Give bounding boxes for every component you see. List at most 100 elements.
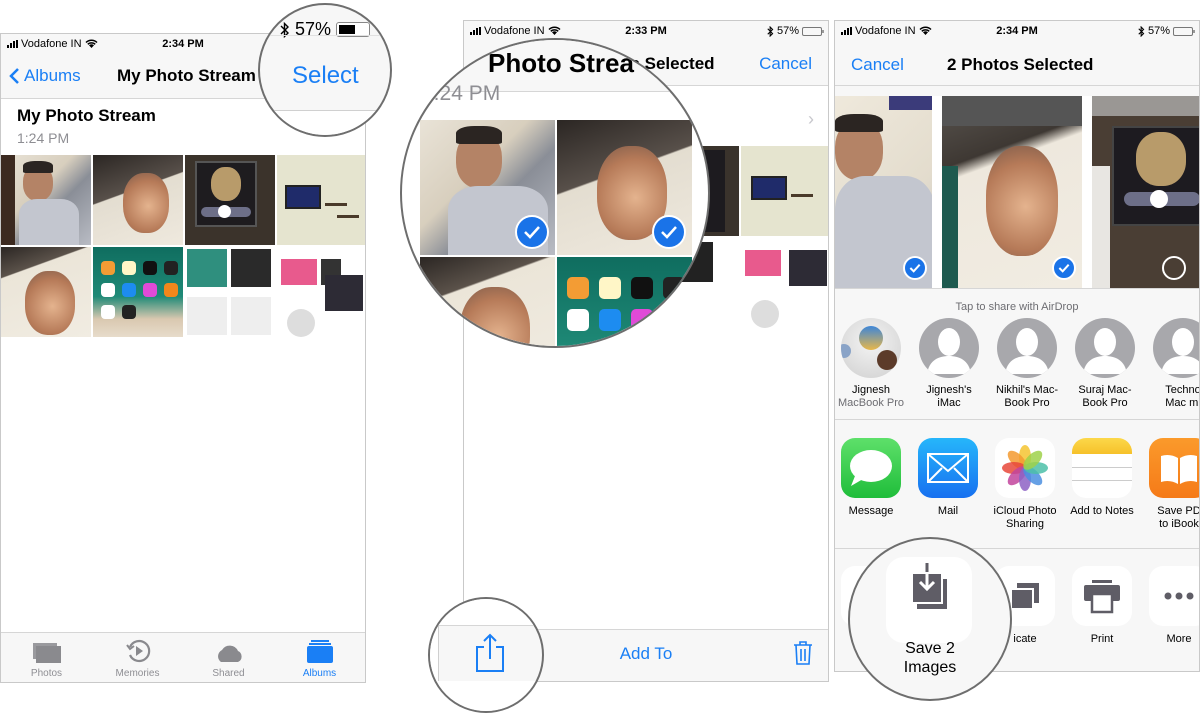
photo-thumb[interactable] <box>1092 96 1199 288</box>
albums-icon <box>306 640 333 663</box>
magnifier-selection: Photo Strea 1:24 PM <box>400 38 710 348</box>
checkmark-icon <box>1052 256 1077 280</box>
photo-thumb[interactable] <box>741 238 828 328</box>
photo-thumb[interactable] <box>1 247 91 337</box>
select-button[interactable]: Select <box>292 62 359 90</box>
magnified-time: 1:24 PM <box>422 82 501 105</box>
save-images-label: Save 2 Images <box>903 640 957 676</box>
photo-thumb[interactable] <box>277 155 365 245</box>
checkmark-icon <box>652 215 686 249</box>
airdrop-contact[interactable]: Techno Mac mi <box>1153 318 1199 410</box>
selected-photo[interactable] <box>835 96 933 288</box>
tab-photos[interactable]: Photos <box>1 633 92 682</box>
photo-thumb[interactable] <box>93 155 183 245</box>
tab-memories[interactable]: Memories <box>92 633 183 682</box>
avatar <box>1075 318 1135 378</box>
status-time: 2:34 PM <box>162 38 204 50</box>
checkmark-icon <box>903 256 927 280</box>
photos-flower-icon <box>995 438 1055 498</box>
status-time: 2:34 PM <box>996 25 1038 37</box>
battery-icon <box>802 26 824 36</box>
more-icon <box>1149 566 1199 626</box>
magnifier-share <box>428 597 544 713</box>
save-images-icon[interactable] <box>910 563 950 613</box>
action-more[interactable]: More <box>1149 566 1199 657</box>
album-time: 1:24 PM <box>17 130 70 146</box>
photo-thumb[interactable] <box>420 257 555 346</box>
checkmark-icon <box>515 215 549 249</box>
album-header: My Photo Stream 1:24 PM <box>17 106 156 146</box>
airdrop-contact[interactable]: Nikhil's Mac- Book Pro <box>996 318 1058 410</box>
nav-title: My Photo Stream <box>117 66 256 85</box>
cancel-button[interactable]: Cancel <box>759 54 812 74</box>
avatar <box>997 318 1057 378</box>
cloud-icon <box>217 645 242 662</box>
nav-bar: Cancel 2 Photos Selected <box>835 41 1199 86</box>
share-app-icloud-photo-sharing[interactable]: iCloud Photo Sharing <box>994 438 1057 531</box>
avatar <box>919 318 979 378</box>
ibooks-icon <box>1149 438 1199 498</box>
chevron-right-icon: › <box>808 109 814 129</box>
airdrop-label: Tap to share with AirDrop <box>955 301 1079 313</box>
carrier: Vodafone IN <box>7 38 98 50</box>
photo-thumb[interactable] <box>277 247 365 337</box>
airdrop-contact[interactable]: Jignesh MacBook Pro <box>838 318 904 410</box>
share-apps-row: Message Mail iCloud Photo Sharing Add to… <box>841 438 1199 531</box>
share-app-message[interactable]: Message <box>841 438 901 531</box>
memories-icon <box>125 639 150 663</box>
photo-grid <box>1 155 365 337</box>
signal-icon <box>470 27 481 35</box>
photo-thumb[interactable] <box>1 155 91 245</box>
add-to-button[interactable]: Add To <box>620 644 673 664</box>
photo-thumb[interactable] <box>185 155 275 245</box>
magnifier-save-images: Save 2 Images <box>848 537 1012 701</box>
divider <box>835 419 1199 420</box>
battery-icon <box>1173 26 1195 36</box>
photo-thumb[interactable] <box>185 247 275 337</box>
magnifier-select: 57% Select <box>258 3 392 137</box>
photo-thumb[interactable] <box>93 247 183 337</box>
tab-albums[interactable]: Albums <box>274 633 365 682</box>
wifi-icon <box>85 39 98 48</box>
photo-thumb[interactable] <box>557 257 692 346</box>
chevron-left-icon <box>9 68 19 84</box>
wifi-icon <box>548 26 561 35</box>
trash-icon[interactable] <box>792 640 814 666</box>
album-title: My Photo Stream <box>17 106 156 125</box>
back-button[interactable]: Albums <box>9 66 81 86</box>
selected-photo[interactable] <box>942 96 1083 288</box>
status-bar: Vodafone IN 2:33 PM 57% <box>464 21 828 41</box>
action-print[interactable]: Print <box>1072 566 1132 657</box>
signal-icon <box>841 27 852 35</box>
share-app-notes[interactable]: Add to Notes <box>1070 438 1134 531</box>
mail-icon <box>918 438 978 498</box>
printer-icon <box>1072 566 1132 626</box>
divider <box>835 288 1199 289</box>
avatar <box>841 318 901 378</box>
photo-thumb[interactable] <box>741 146 828 236</box>
share-app-mail[interactable]: Mail <box>918 438 978 531</box>
airdrop-row: Jignesh MacBook Pro Jignesh's iMac Nikhil'… <box>835 318 1199 410</box>
selected-photo[interactable] <box>557 120 692 255</box>
share-icon[interactable] <box>474 633 506 673</box>
selected-photo[interactable] <box>420 120 555 255</box>
carrier: Vodafone IN <box>841 25 932 37</box>
nav-title: 2 Photos Selected <box>947 55 1094 74</box>
airdrop-contact[interactable]: Suraj Mac- Book Pro <box>1075 318 1135 410</box>
bluetooth-icon <box>767 25 774 37</box>
status-right: 57% <box>1138 25 1195 37</box>
signal-icon <box>7 40 18 48</box>
message-icon <box>841 438 901 498</box>
status-bar: Vodafone IN 2:34 PM 57% <box>835 21 1199 41</box>
tab-bar: Photos Memories Shared Albums <box>1 632 365 682</box>
bluetooth-icon <box>1138 25 1145 37</box>
airdrop-contact[interactable]: Jignesh's iMac <box>919 318 979 410</box>
status-right: 57% <box>767 25 824 37</box>
avatar <box>1153 318 1199 378</box>
share-app-ibooks[interactable]: Save PD to iBook <box>1149 438 1199 531</box>
photos-icon <box>32 643 61 663</box>
notes-icon <box>1072 438 1132 498</box>
status-time: 2:33 PM <box>625 25 667 37</box>
cancel-button[interactable]: Cancel <box>851 55 904 75</box>
tab-shared[interactable]: Shared <box>183 633 274 682</box>
